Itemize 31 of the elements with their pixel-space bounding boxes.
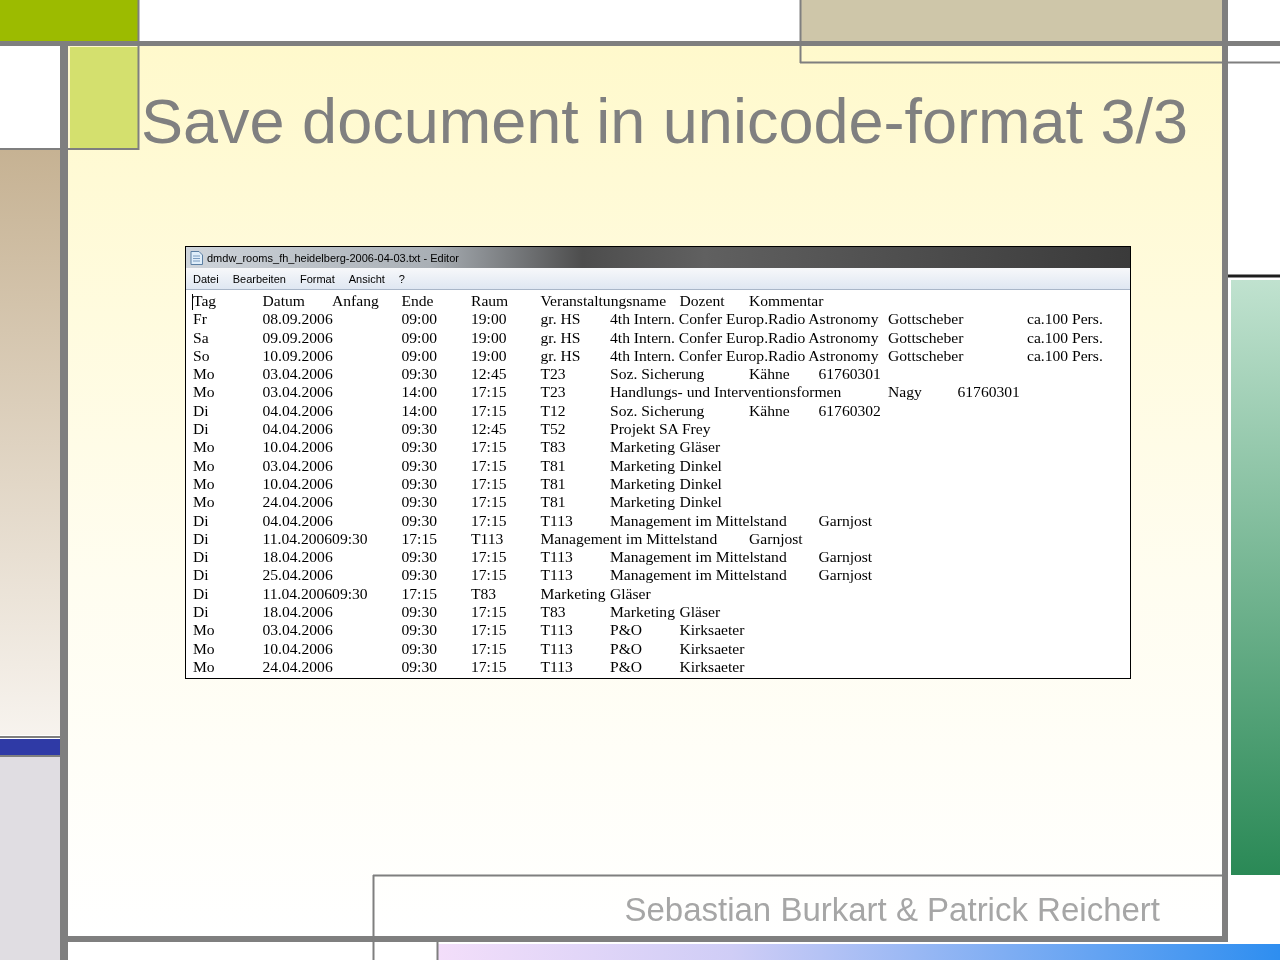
menu-item[interactable]: Bearbeiten (225, 270, 293, 287)
menu-item[interactable]: ? (391, 270, 412, 287)
text-line: Sa 09.09.2006 09:00 19:00 gr. HS 4th Intern. Confer Europ.Radio Astronomy Gottscheber ca.100 Pers. (193, 328, 1103, 347)
text-line: Mo 10.04.2006 09:30 17:15 T83 Marketing Gläser (193, 438, 721, 457)
document-icon (190, 250, 203, 265)
text-line: Mo 24.04.2006 09:30 17:15 T113 P&O Kirksaeter (193, 657, 745, 677)
window-title: dmdw_rooms_fh_heidelberg-2006-04-03.txt - Editor (207, 250, 459, 265)
text-line: Di 18.04.2006 09:30 17:15 T83 Marketing Gläser (193, 603, 721, 622)
text-line: Mo 10.04.2006 09:30 17:15 T113 P&O Kirksaeter (193, 639, 745, 658)
text-cursor-icon (192, 294, 193, 310)
slide-footer: Sebastian Burkart & Patrick Reichert (624, 890, 1160, 931)
menu-item[interactable]: Format (292, 270, 342, 287)
text-line: Di 25.04.2006 09:30 17:15 T113 Management im Mittelstand Garnjost (193, 566, 873, 585)
slide-title: Save document in unicode-format 3/3 (141, 85, 1189, 157)
text-line: Mo 24.04.2006 09:30 17:15 T81 Marketing Dinkel (193, 493, 722, 512)
text-line: Di 04.04.2006 14:00 17:15 T12 Soz. Sicherung Kähne 61760302 (193, 401, 881, 421)
menu-item[interactable]: Datei (186, 270, 226, 287)
text-line: Tag Datum Anfang Ende Raum Veranstaltungsname Dozent Kommentar (193, 292, 824, 311)
text-line: Mo 03.04.2006 14:00 17:15 T23 Handlungs- und Interventionsformen Nagy 61760301 (193, 383, 1020, 402)
text-line: Di 11.04.200609:30 17:15 T83 Marketing Gläser (193, 584, 651, 604)
text-line: Mo 03.04.2006 09:30 12:45 T23 Soz. Sicherung Kähne 61760301 (193, 365, 881, 384)
text-line: Di 11.04.200609:30 17:15 T113 Management im Mittelstand Garnjost (193, 529, 803, 549)
text-line: Mo 03.04.2006 09:30 17:15 T113 P&O Kirksaeter (193, 621, 745, 640)
text-line: Mo 10.04.2006 09:30 17:15 T81 Marketing Dinkel (193, 474, 722, 494)
text-line: Di 18.04.2006 09:30 17:15 T113 Management im Mittelstand Garnjost (193, 548, 873, 567)
text-line: Fr 08.09.2006 09:00 19:00 gr. HS 4th Intern. Confer Europ.Radio Astronomy Gottscheber ca.100 Pers. (193, 310, 1103, 329)
menu-item[interactable]: Ansicht (341, 270, 392, 287)
text-line: Mo 03.04.2006 09:30 17:15 T81 Marketing Dinkel (193, 456, 722, 475)
text-line: Di 04.04.2006 09:30 17:15 T113 Management im Mittelstand Garnjost (193, 511, 873, 530)
text-line: Di 04.04.2006 09:30 12:45 T52 Projekt SA Frey (193, 420, 711, 439)
text-line: So 10.09.2006 09:00 19:00 gr. HS 4th Intern. Confer Europ.Radio Astronomy Gottscheber ca.100 Pers. (193, 346, 1103, 366)
